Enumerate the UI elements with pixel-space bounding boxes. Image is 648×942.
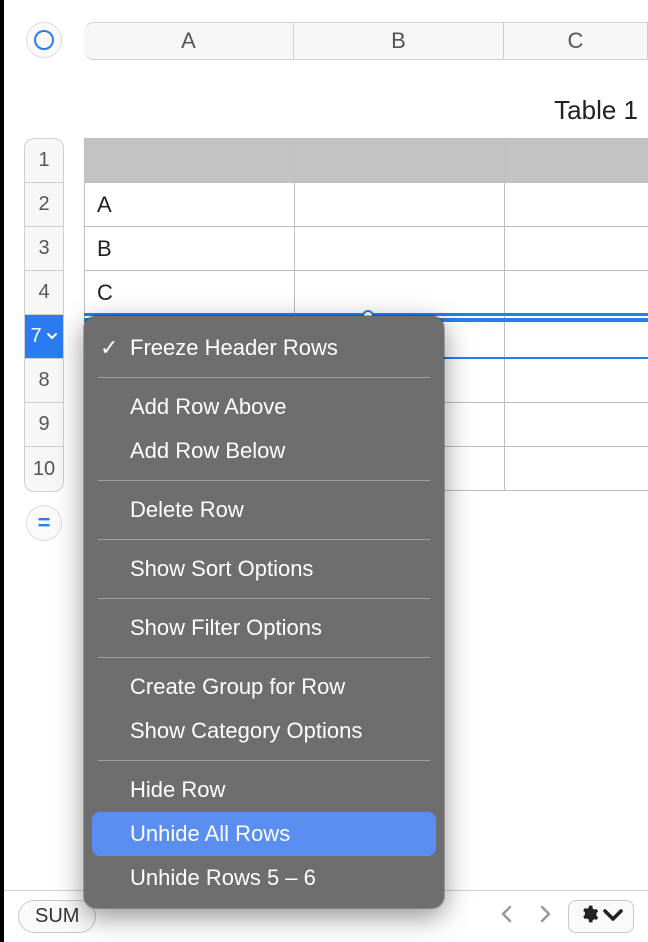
- equals-icon: =: [38, 510, 51, 536]
- chevron-right-icon: [537, 903, 553, 931]
- cell-a4[interactable]: C: [85, 271, 295, 314]
- row-header-3[interactable]: 3: [25, 227, 63, 271]
- menu-add-row-above[interactable]: Add Row Above: [84, 385, 444, 429]
- table-row: [85, 139, 648, 183]
- menu-label: Show Sort Options: [130, 556, 313, 581]
- cell-c1[interactable]: [505, 139, 648, 182]
- circle-icon: [34, 30, 54, 50]
- cell-b2[interactable]: [295, 183, 505, 226]
- sum-pill[interactable]: SUM: [18, 900, 96, 933]
- menu-label: Hide Row: [130, 777, 225, 802]
- menu-label: Unhide All Rows: [130, 821, 290, 846]
- cell-c3[interactable]: [505, 227, 648, 270]
- menu-label: Freeze Header Rows: [130, 335, 338, 360]
- table-row: B: [85, 227, 648, 271]
- menu-separator: [98, 598, 430, 599]
- menu-show-category-options[interactable]: Show Category Options: [84, 709, 444, 753]
- column-header-c[interactable]: C: [504, 23, 647, 59]
- menu-show-sort-options[interactable]: Show Sort Options: [84, 547, 444, 591]
- row-headers: 1 2 3 4 7 8 9 10: [24, 138, 64, 492]
- menu-label: Show Filter Options: [130, 615, 322, 640]
- row-header-9[interactable]: 9: [25, 403, 63, 447]
- cell-b3[interactable]: [295, 227, 505, 270]
- menu-label: Create Group for Row: [130, 674, 345, 699]
- table-title[interactable]: Table 1: [554, 95, 638, 126]
- column-header-a[interactable]: A: [84, 23, 294, 59]
- menu-label: Show Category Options: [130, 718, 362, 743]
- menu-create-group-for-row[interactable]: Create Group for Row: [84, 665, 444, 709]
- cell-b4[interactable]: [295, 271, 505, 314]
- row-number-label: 7: [30, 325, 41, 348]
- row-header-2[interactable]: 2: [25, 183, 63, 227]
- row-actions-button[interactable]: =: [26, 505, 62, 541]
- menu-delete-row[interactable]: Delete Row: [84, 488, 444, 532]
- menu-label: Add Row Below: [130, 438, 285, 463]
- row-header-4[interactable]: 4: [25, 271, 63, 315]
- cell-c8[interactable]: [505, 359, 648, 402]
- menu-unhide-rows-range[interactable]: Unhide Rows 5 – 6: [84, 856, 444, 900]
- table-row: A: [85, 183, 648, 227]
- menu-label: Add Row Above: [130, 394, 287, 419]
- column-headers: A B C: [84, 22, 648, 60]
- menu-label: Unhide Rows 5 – 6: [130, 865, 316, 890]
- column-header-b[interactable]: B: [294, 23, 504, 59]
- cell-c4[interactable]: [505, 271, 648, 314]
- next-sheet-button[interactable]: [530, 902, 560, 932]
- table-reference-button[interactable]: [26, 22, 62, 58]
- cell-a3[interactable]: B: [85, 227, 295, 270]
- sum-label: SUM: [35, 905, 79, 927]
- chevron-down-icon: [46, 325, 58, 348]
- row-header-7-selected[interactable]: 7: [25, 315, 63, 359]
- row-header-10[interactable]: 10: [25, 447, 63, 491]
- cell-a1[interactable]: [85, 139, 295, 182]
- settings-button[interactable]: [568, 900, 634, 933]
- row-context-menu: ✓ Freeze Header Rows Add Row Above Add R…: [84, 316, 444, 908]
- menu-add-row-below[interactable]: Add Row Below: [84, 429, 444, 473]
- cell-b1[interactable]: [295, 139, 505, 182]
- menu-separator: [98, 539, 430, 540]
- menu-separator: [98, 760, 430, 761]
- cell-c9[interactable]: [505, 403, 648, 446]
- menu-separator: [98, 657, 430, 658]
- chevron-down-icon: [603, 905, 623, 928]
- chevron-left-icon: [499, 903, 515, 931]
- menu-hide-row[interactable]: Hide Row: [84, 768, 444, 812]
- cell-c2[interactable]: [505, 183, 648, 226]
- menu-separator: [98, 480, 430, 481]
- row-header-1[interactable]: 1: [25, 139, 63, 183]
- prev-sheet-button[interactable]: [492, 902, 522, 932]
- menu-separator: [98, 377, 430, 378]
- gear-icon: [579, 904, 599, 929]
- cell-c10[interactable]: [505, 447, 648, 490]
- menu-label: Delete Row: [130, 497, 244, 522]
- row-header-8[interactable]: 8: [25, 359, 63, 403]
- checkmark-icon: ✓: [100, 335, 118, 361]
- menu-freeze-header-rows[interactable]: ✓ Freeze Header Rows: [84, 326, 444, 370]
- cell-a2[interactable]: A: [85, 183, 295, 226]
- table-row: C: [85, 271, 648, 315]
- menu-unhide-all-rows[interactable]: Unhide All Rows: [92, 812, 436, 856]
- menu-show-filter-options[interactable]: Show Filter Options: [84, 606, 444, 650]
